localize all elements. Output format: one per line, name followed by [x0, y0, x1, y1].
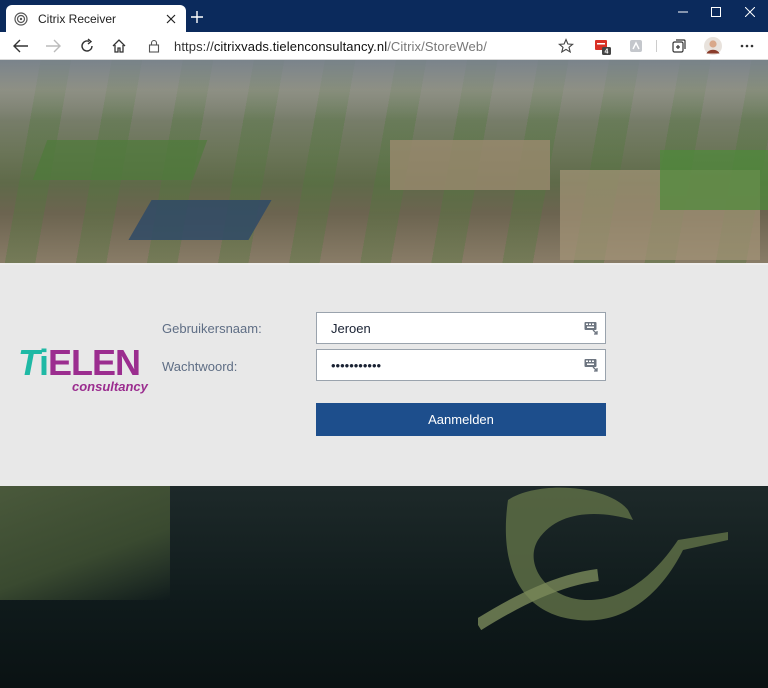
address-bar[interactable]: https://citrixvads.tielenconsultancy.nl/… — [174, 39, 487, 54]
login-button[interactable]: Aanmelden — [316, 403, 606, 436]
background-shore — [0, 480, 170, 600]
extension-badge-count: 4 — [605, 49, 609, 56]
favorite-star-icon[interactable] — [557, 38, 575, 54]
background-water — [128, 200, 272, 240]
citrix-favicon-icon — [14, 11, 28, 26]
home-icon[interactable] — [108, 36, 130, 56]
keyboard-icon[interactable] — [584, 321, 598, 335]
url-host: citrixvads.tielenconsultancy.nl — [213, 39, 388, 54]
browser-titlebar: Citrix Receiver — [0, 0, 768, 32]
username-label: Gebruikersnaam: — [162, 321, 262, 336]
password-input[interactable] — [316, 349, 606, 381]
tab-title: Citrix Receiver — [38, 11, 117, 26]
maximize-icon[interactable] — [701, 0, 731, 24]
extension-icon[interactable] — [628, 38, 644, 54]
back-icon[interactable] — [10, 36, 32, 56]
refresh-icon[interactable] — [76, 36, 98, 56]
logo-wordmark: TiELEN — [18, 342, 141, 383]
background-field — [32, 140, 208, 180]
profile-avatar-icon[interactable] — [704, 37, 722, 55]
close-window-icon[interactable] — [735, 0, 765, 24]
password-label: Wachtwoord: — [162, 359, 238, 374]
extension-badge-icon[interactable]: 4 — [594, 38, 611, 56]
background-field — [660, 150, 768, 210]
url-path: /Citrix/StoreWeb/ — [387, 39, 487, 54]
minimize-icon[interactable] — [668, 0, 698, 24]
url-scheme: https:// — [174, 39, 214, 54]
lock-icon[interactable] — [147, 39, 161, 53]
background-peninsula — [478, 487, 728, 630]
forward-icon[interactable] — [42, 36, 64, 56]
storefront-page: TiELEN consultancy Gebruikersnaam: Wacht… — [0, 60, 768, 688]
browser-navbar: https://citrixvads.tielenconsultancy.nl/… — [0, 32, 768, 60]
browser-tab[interactable]: Citrix Receiver — [6, 5, 186, 32]
logo-subtitle: consultancy — [72, 379, 148, 394]
new-tab-icon[interactable] — [189, 9, 205, 25]
company-logo: TiELEN consultancy — [18, 345, 148, 401]
background-field — [390, 140, 550, 190]
more-menu-icon[interactable] — [739, 38, 755, 54]
toolbar-separator — [656, 40, 657, 52]
keyboard-icon[interactable] — [584, 358, 598, 372]
username-input[interactable] — [316, 312, 606, 344]
collections-icon[interactable] — [671, 38, 687, 54]
close-tab-icon[interactable] — [164, 12, 178, 26]
